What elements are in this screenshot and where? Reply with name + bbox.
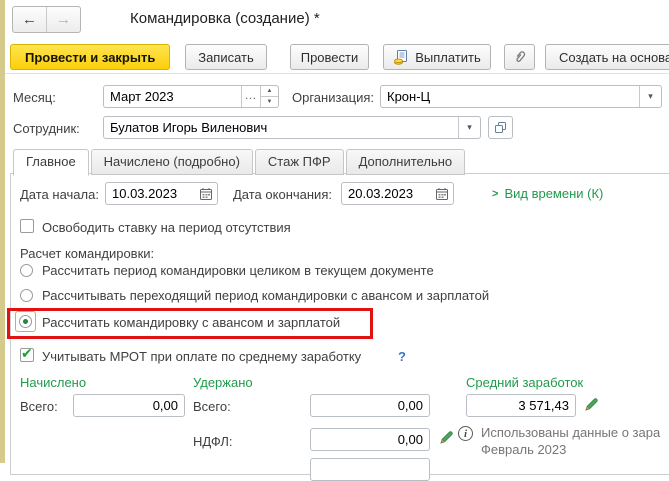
back-arrow-icon: ← — [22, 11, 37, 28]
ndfl-input[interactable] — [311, 429, 429, 450]
organization-label: Организация: — [292, 90, 375, 105]
month-input[interactable] — [104, 86, 241, 107]
ndfl-label: НДФЛ: — [193, 434, 233, 449]
accrued-total-label: Всего: — [20, 399, 58, 414]
free-rate-checkbox[interactable] — [20, 219, 34, 233]
time-type-link-label: Вид времени (К) — [504, 186, 604, 201]
radio-calc-whole-period[interactable] — [20, 264, 33, 277]
spinner-down-icon[interactable]: ▼ — [261, 96, 278, 107]
info-icon: i — [458, 426, 473, 441]
info-note-line2: Февраль 2023 — [481, 442, 567, 457]
tab-main[interactable]: Главное — [13, 149, 89, 176]
withheld-total-input[interactable] — [311, 395, 429, 416]
checkmark-icon: ✔ — [21, 345, 33, 361]
free-rate-checkbox-label: Освободить ставку на период отсутствия — [42, 220, 291, 235]
radio-calc-rolling-period[interactable] — [20, 289, 33, 302]
organization-field[interactable]: ▾ — [380, 85, 662, 108]
date-start-field[interactable] — [105, 182, 218, 205]
back-button[interactable]: ← — [13, 7, 46, 32]
forward-arrow-icon: → — [56, 11, 71, 28]
accrued-header: Начислено — [20, 375, 87, 390]
create-based-on-button[interactable]: Создать на основа — [545, 44, 669, 70]
window-accent-strip — [0, 0, 5, 463]
mrot-checkbox[interactable]: ✔ — [20, 345, 34, 362]
ndfl-field[interactable] — [310, 428, 430, 451]
time-type-link[interactable]: > Вид времени (К) — [492, 186, 603, 201]
edit-pencil-icon[interactable] — [438, 429, 455, 446]
tab-additional[interactable]: Дополнительно — [345, 149, 466, 175]
forward-button[interactable]: → — [46, 7, 80, 32]
average-earnings-header: Средний заработок — [466, 375, 584, 390]
date-start-input[interactable] — [106, 183, 195, 204]
spinner-up-icon[interactable]: ▲ — [261, 86, 278, 96]
radio-calc-rolling-period-label: Рассчитывать переходящий период командир… — [42, 288, 490, 303]
month-label: Месяц: — [13, 90, 56, 105]
calc-group-label: Расчет командировки: — [20, 246, 155, 261]
edit-pencil-icon[interactable] — [583, 396, 600, 413]
organization-dropdown-icon[interactable]: ▾ — [639, 86, 661, 107]
accrued-total-input[interactable] — [74, 395, 184, 416]
radio-calc-whole-period-label: Рассчитать период командировки целиком в… — [42, 263, 434, 278]
info-note-line1: Использованы данные о зара — [481, 425, 661, 440]
calendar-icon[interactable] — [431, 183, 453, 204]
employee-label: Сотрудник: — [13, 121, 80, 136]
annotation-highlight-box — [7, 308, 373, 339]
paperclip-icon — [512, 49, 528, 65]
withheld-total-label: Всего: — [193, 399, 231, 414]
accrued-total-field[interactable] — [73, 394, 185, 417]
employee-input[interactable] — [104, 117, 458, 138]
help-link[interactable]: ? — [398, 349, 406, 364]
toolbar-separator — [5, 73, 669, 74]
average-earnings-input[interactable] — [467, 395, 575, 416]
info-icon-letter: i — [463, 427, 468, 440]
pay-document-coins-icon — [393, 49, 409, 65]
tab-accrued-detail[interactable]: Начислено (подробно) — [90, 149, 253, 175]
withheld-header: Удержано — [193, 375, 253, 390]
mrot-checkbox-label: Учитывать МРОТ при оплате по среднему за… — [42, 349, 362, 364]
calendar-icon[interactable] — [195, 183, 217, 204]
tab-pfr-service[interactable]: Стаж ПФР — [254, 149, 344, 175]
organization-input[interactable] — [381, 86, 639, 107]
employee-dropdown-icon[interactable]: ▾ — [458, 117, 480, 138]
partial-bottom-field[interactable] — [310, 458, 430, 481]
average-earnings-field[interactable] — [466, 394, 576, 417]
date-end-label: Дата окончания: — [233, 187, 332, 202]
date-end-field[interactable] — [341, 182, 454, 205]
month-field[interactable]: … ▲ ▼ — [103, 85, 279, 108]
page-title: Командировка (создание) * — [130, 10, 320, 27]
employee-open-button[interactable] — [488, 116, 513, 139]
month-select-button[interactable]: … — [241, 86, 260, 107]
withheld-total-field[interactable] — [310, 394, 430, 417]
post-button[interactable]: Провести — [290, 44, 369, 70]
month-spinner[interactable]: ▲ ▼ — [260, 86, 278, 107]
date-end-input[interactable] — [342, 183, 431, 204]
post-and-close-button[interactable]: Провести и закрыть — [10, 44, 171, 70]
chevron-right-icon: > — [492, 187, 499, 200]
tab-bar: Главное Начислено (подробно) Стаж ПФР До… — [13, 149, 466, 176]
pay-button[interactable]: Выплатить — [383, 44, 491, 70]
save-button[interactable]: Записать — [185, 44, 267, 70]
date-start-label: Дата начала: — [20, 187, 99, 202]
nav-history-group: ← → — [12, 6, 81, 33]
attachments-button[interactable] — [504, 44, 535, 70]
employee-field[interactable]: ▾ — [103, 116, 481, 139]
pay-button-label: Выплатить — [415, 49, 481, 65]
open-in-window-icon — [494, 121, 507, 134]
